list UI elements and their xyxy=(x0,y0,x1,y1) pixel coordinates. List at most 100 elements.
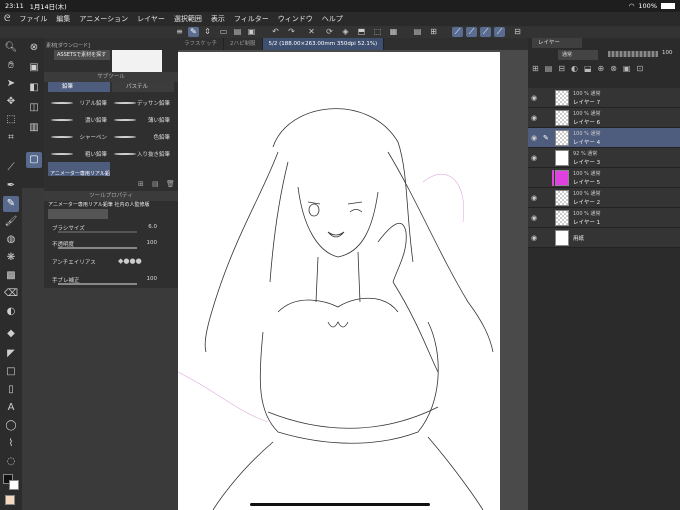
layer-row[interactable]: ◉ 100 % 通常 レイヤー 2 xyxy=(528,188,680,208)
brush-mechanical-pencil[interactable]: シャーペン xyxy=(49,132,109,141)
grid-icon[interactable]: ⊞ xyxy=(428,27,439,37)
pen-mode-icon[interactable]: ✎ xyxy=(188,27,199,37)
brush-animator-pencil[interactable]: アニメーター専用リアル鉛筆 xyxy=(48,162,110,176)
save-icon[interactable]: ▣ xyxy=(246,27,257,37)
gradient-tool-icon[interactable]: ◤ xyxy=(3,346,19,362)
antialias-row[interactable]: アンチエイリアス ◆●●● xyxy=(52,257,167,267)
correct-line-icon[interactable]: ⌇ xyxy=(3,436,19,452)
stabilization-row[interactable]: 手ブレ補正 100 xyxy=(52,276,167,285)
menu-view[interactable]: 表示 xyxy=(211,14,225,24)
snap-icon[interactable]: ▤ xyxy=(412,27,423,37)
layer-row[interactable]: 100 % 通常 レイヤー 5 xyxy=(528,168,680,188)
grid-snap-icon[interactable]: ⟋ xyxy=(480,27,491,37)
layer-row[interactable]: ◉ 用紙 xyxy=(528,228,680,248)
navigator-icon[interactable]: ◫ xyxy=(26,100,42,116)
zoom-icon[interactable]: 🔍︎ xyxy=(3,40,19,56)
brush-tool-icon[interactable]: 🖌︎ xyxy=(3,214,19,230)
move-icon[interactable]: ✥ xyxy=(3,94,19,110)
fill-icon[interactable]: ◈ xyxy=(340,27,351,37)
menu-icon[interactable]: ≡ xyxy=(174,27,185,37)
duplicate-subtool-icon[interactable]: ⊞ xyxy=(138,180,144,188)
menu-filter[interactable]: フィルター xyxy=(234,14,269,24)
brush-real-pencil[interactable]: リアル鉛筆 xyxy=(49,98,109,107)
ruler-snap-icon[interactable]: ⟋ xyxy=(452,27,463,37)
perspective-icon[interactable]: ⟋ xyxy=(494,27,505,37)
shortcut-icon[interactable]: ⊟ xyxy=(512,27,523,37)
frame-tool-icon[interactable]: ▯ xyxy=(3,382,19,398)
history-icon[interactable]: ▥ xyxy=(26,120,42,136)
brush-light-pencil[interactable]: 薄い鉛筆 xyxy=(112,115,172,124)
brush-taper-pencil[interactable]: 入り抜き鉛筆 xyxy=(112,149,172,158)
redo-icon[interactable]: ↷ xyxy=(286,27,297,37)
brush-dark-pencil[interactable]: 濃い鉛筆 xyxy=(49,115,109,124)
menu-animation[interactable]: アニメーション xyxy=(79,14,128,24)
brush-color-pencil[interactable]: 色鉛筆 xyxy=(112,132,172,141)
tab-pencil[interactable]: 鉛筆 xyxy=(48,82,110,92)
menu-window[interactable]: ウィンドウ xyxy=(278,14,313,24)
tab-rough-sketch[interactable]: ラフスケッチ xyxy=(178,38,225,50)
blend-mode-select[interactable]: 通常 xyxy=(558,50,598,60)
airbrush-tool-icon[interactable]: ◍ xyxy=(3,232,19,248)
folder-subtool-icon[interactable]: ▤ xyxy=(152,180,159,188)
eyedropper-icon[interactable]: ⟋ xyxy=(3,160,19,176)
layer-row[interactable]: ◉ 92 % 通常 レイヤー 3 xyxy=(528,148,680,168)
delete-subtool-icon[interactable]: 🗑︎ xyxy=(166,180,175,188)
layer-row-active[interactable]: ◉ ✎ 100 % 通常 レイヤー 4 xyxy=(528,128,680,148)
balloon-tool-icon[interactable]: ◯ xyxy=(3,418,19,434)
transform-icon[interactable]: ⬒ xyxy=(356,27,367,37)
tab-uniform[interactable]: 2ハピ制服 xyxy=(224,38,263,50)
assets-icon[interactable]: ▣ xyxy=(26,60,42,76)
brush-rough-pencil[interactable]: 粗い鉛筆 xyxy=(49,149,109,158)
new-file-icon[interactable]: ▭ xyxy=(218,27,229,37)
subtool-panel-icon[interactable]: ▢ xyxy=(26,152,42,168)
tab-current-doc[interactable]: 5/2 (188.00×263.00mm 350dpi 52.1%) xyxy=(262,38,385,50)
eraser-tool-icon[interactable]: ⌫ xyxy=(3,286,19,302)
opacity-slider[interactable] xyxy=(58,247,137,249)
brush-size-row[interactable]: ブラシサイズ 6.0 xyxy=(52,224,167,233)
fill-tool-icon[interactable]: ◆ xyxy=(3,326,19,342)
layer-row[interactable]: ◉ 100 % 通常 レイヤー 6 xyxy=(528,108,680,128)
layer-props-icon[interactable]: ◧ xyxy=(26,80,42,96)
stepper-icon[interactable]: ⇕ xyxy=(202,27,213,37)
undo-icon[interactable]: ↶ xyxy=(270,27,281,37)
eye-icon[interactable]: ◉ xyxy=(531,234,537,242)
eye-icon[interactable]: ◉ xyxy=(531,94,537,102)
layer-row[interactable]: ◉ 100 % 通常 レイヤー 1 xyxy=(528,208,680,228)
stabilization-slider[interactable] xyxy=(58,283,137,285)
texture-tool-icon[interactable]: ▩ xyxy=(3,268,19,284)
menu-file[interactable]: ファイル xyxy=(19,14,47,24)
layer-row[interactable]: ◉ 100 % 通常 レイヤー 7 xyxy=(528,88,680,108)
layer-opacity-slider[interactable] xyxy=(608,51,658,57)
eye-icon[interactable]: ◉ xyxy=(531,194,537,202)
eye-icon[interactable]: ◉ xyxy=(531,154,537,162)
blend-tool-icon[interactable]: ◐ xyxy=(3,304,19,320)
eye-icon[interactable]: ◉ xyxy=(531,214,537,222)
decoration-tool-icon[interactable]: ❋ xyxy=(3,250,19,266)
deselect-icon[interactable]: ⬚ xyxy=(372,27,383,37)
skin-color-swatch[interactable] xyxy=(5,495,15,505)
rotate-icon[interactable]: ⟳ xyxy=(324,27,335,37)
pen-tool-icon[interactable]: ✒ xyxy=(3,178,19,194)
menu-layer[interactable]: レイヤー xyxy=(137,14,165,24)
menu-edit[interactable]: 編集 xyxy=(56,14,70,24)
operation-icon[interactable]: ➤ xyxy=(3,76,19,92)
figure-tool-icon[interactable]: □ xyxy=(3,364,19,380)
hand-icon[interactable]: ✋︎ xyxy=(3,58,19,74)
drawing-page[interactable] xyxy=(178,52,500,510)
brush-size-slider[interactable] xyxy=(58,231,137,233)
lasso-icon[interactable]: ◌ xyxy=(3,454,19,470)
sub-color-swatch[interactable] xyxy=(9,480,19,490)
select-icon[interactable]: ▦ xyxy=(388,27,399,37)
opacity-row[interactable]: 不透明度 100 xyxy=(52,240,167,249)
erase-icon[interactable]: ✕ xyxy=(306,27,317,37)
antialias-options-icon[interactable]: ◆●●● xyxy=(118,257,142,265)
brush-dessin-pencil[interactable]: デッサン鉛筆 xyxy=(112,98,172,107)
app-logo-icon[interactable]: ᘓ xyxy=(4,14,10,24)
auto-select-icon[interactable]: ⌗ xyxy=(3,130,19,146)
special-ruler-icon[interactable]: ⟋ xyxy=(466,27,477,37)
pencil-tool-icon[interactable]: ✎ xyxy=(3,196,19,212)
eye-icon[interactable]: ◉ xyxy=(531,114,537,122)
assets-button[interactable]: ASSETSで素材を探す xyxy=(54,50,110,60)
panel-close-icon[interactable]: ⊗ xyxy=(26,40,42,56)
select-tool-icon[interactable]: ⬚ xyxy=(3,112,19,128)
